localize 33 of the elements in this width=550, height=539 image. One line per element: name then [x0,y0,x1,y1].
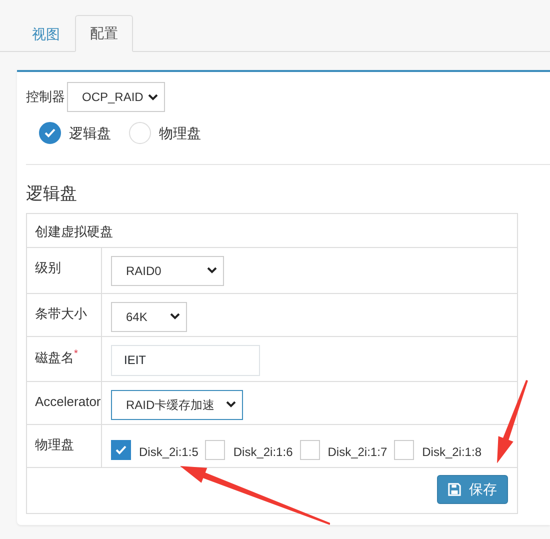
field-label: 物理盘 [35,436,74,452]
checkbox[interactable] [111,440,131,460]
checkbox[interactable] [300,440,320,460]
caret-icon [148,94,158,100]
checkbox-label: Disk_2i:1:7 [328,444,388,460]
radio-label: 逻辑盘 [69,124,111,142]
name-field[interactable]: IEIT [111,344,260,376]
form-title: 创建虚拟硬盘 [35,224,113,238]
save-button[interactable]: 保存 [437,474,508,504]
dropdown[interactable]: RAID卡缓存加速 [111,390,243,420]
dropdown[interactable]: RAID0 [111,256,224,286]
section-title: 逻辑盘 [26,183,78,205]
checkbox-label: Disk_2i:1:6 [233,444,293,460]
checkbox-label: Disk_2i:1:5 [139,444,198,460]
field-label: 级别 [35,260,61,274]
caret-icon [226,401,236,408]
dropdown[interactable]: OCP_RAID [67,82,165,112]
dropdown[interactable]: 64K [111,302,187,332]
field-label: 磁盘名$^{*}$ [35,350,78,365]
field-label: Accelerator [35,394,101,408]
caret-icon [207,267,217,274]
tab[interactable]: 配置 [75,15,133,52]
caret-icon [170,313,180,320]
check-icon [115,445,127,455]
checkbox[interactable] [205,440,226,460]
radio-label: 物理盘 [159,124,201,142]
checkbox-label: Disk_2i:1:8 [422,444,482,460]
check-icon [44,128,56,138]
controller-label: 控制器 [26,88,65,106]
required-mark: * [74,348,78,360]
radio-button[interactable] [39,122,61,144]
field-label: 条带大小 [35,306,87,320]
checkbox[interactable] [394,440,414,460]
